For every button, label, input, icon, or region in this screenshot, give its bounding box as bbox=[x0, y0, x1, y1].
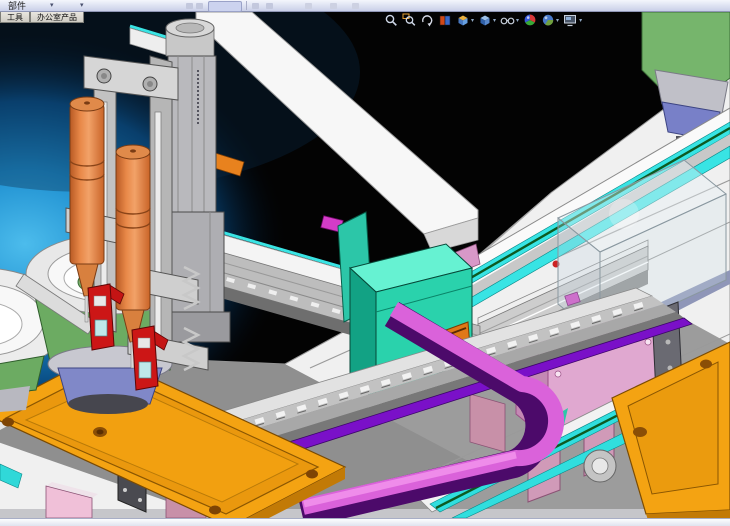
view-settings-button[interactable]: ▾ bbox=[562, 12, 583, 28]
zoom-to-fit-icon bbox=[384, 13, 398, 27]
tab-tools[interactable]: 工具 bbox=[0, 12, 30, 23]
solidworks-window: 部件 ▾ ▾ 工具 办公室产品 bbox=[0, 0, 730, 526]
dropdown-caret-icon[interactable]: ▾ bbox=[556, 17, 559, 24]
dropdown-caret-icon[interactable]: ▾ bbox=[493, 17, 496, 24]
toolbar-fragment bbox=[330, 3, 337, 9]
rotate-view-icon bbox=[420, 13, 434, 27]
dropdown-caret-icon[interactable]: ▾ bbox=[579, 17, 582, 24]
toolbar-button-highlighted[interactable] bbox=[208, 1, 242, 12]
dropdown-caret-icon[interactable]: ▾ bbox=[80, 1, 84, 10]
heads-up-view-toolbar: ▾ ▾ ▾ bbox=[383, 12, 583, 28]
view-settings-icon bbox=[563, 13, 578, 27]
command-manager-tabs: 工具 办公室产品 bbox=[0, 12, 84, 23]
toolbar-separator bbox=[246, 1, 247, 10]
component-menu-label[interactable]: 部件 bbox=[8, 0, 26, 12]
toolbar-fragment bbox=[266, 3, 273, 9]
top-toolbar: 部件 ▾ ▾ bbox=[0, 0, 730, 12]
toolbar-fragment bbox=[252, 3, 259, 9]
scene-sphere-icon bbox=[541, 13, 555, 27]
view-orientation-icon bbox=[456, 13, 470, 27]
section-view-button[interactable] bbox=[437, 12, 453, 28]
tab-office-products[interactable]: 办公室产品 bbox=[30, 12, 84, 23]
toolbar-fragment bbox=[186, 3, 193, 9]
color-wheel-icon bbox=[523, 13, 537, 27]
apply-scene-button[interactable]: ▾ bbox=[540, 12, 560, 28]
dropdown-caret-icon[interactable]: ▾ bbox=[516, 17, 519, 24]
section-view-icon bbox=[438, 13, 452, 27]
dropdown-caret-icon[interactable]: ▾ bbox=[471, 17, 474, 24]
display-style-button[interactable]: ▾ bbox=[477, 12, 497, 28]
zoom-to-area-icon bbox=[402, 13, 416, 27]
cad-scene[interactable] bbox=[0, 12, 730, 518]
toolbar-fragment bbox=[196, 3, 203, 9]
toolbar-fragment bbox=[352, 3, 359, 9]
dropdown-caret-icon[interactable]: ▾ bbox=[50, 1, 54, 10]
graphics-viewport[interactable]: ▾ ▾ ▾ bbox=[0, 12, 730, 518]
guide-rod bbox=[155, 112, 161, 344]
toolbar-fragment bbox=[305, 3, 312, 9]
edit-appearance-button[interactable] bbox=[522, 12, 538, 28]
rotate-view-button[interactable] bbox=[419, 12, 435, 28]
zoom-to-area-button[interactable] bbox=[401, 12, 417, 28]
zoom-to-fit-button[interactable] bbox=[383, 12, 399, 28]
display-style-icon bbox=[478, 13, 492, 27]
hide-show-items-button[interactable]: ▾ bbox=[499, 12, 520, 28]
glasses-icon bbox=[500, 13, 515, 27]
view-orientation-button[interactable]: ▾ bbox=[455, 12, 475, 28]
status-bar bbox=[0, 518, 730, 526]
